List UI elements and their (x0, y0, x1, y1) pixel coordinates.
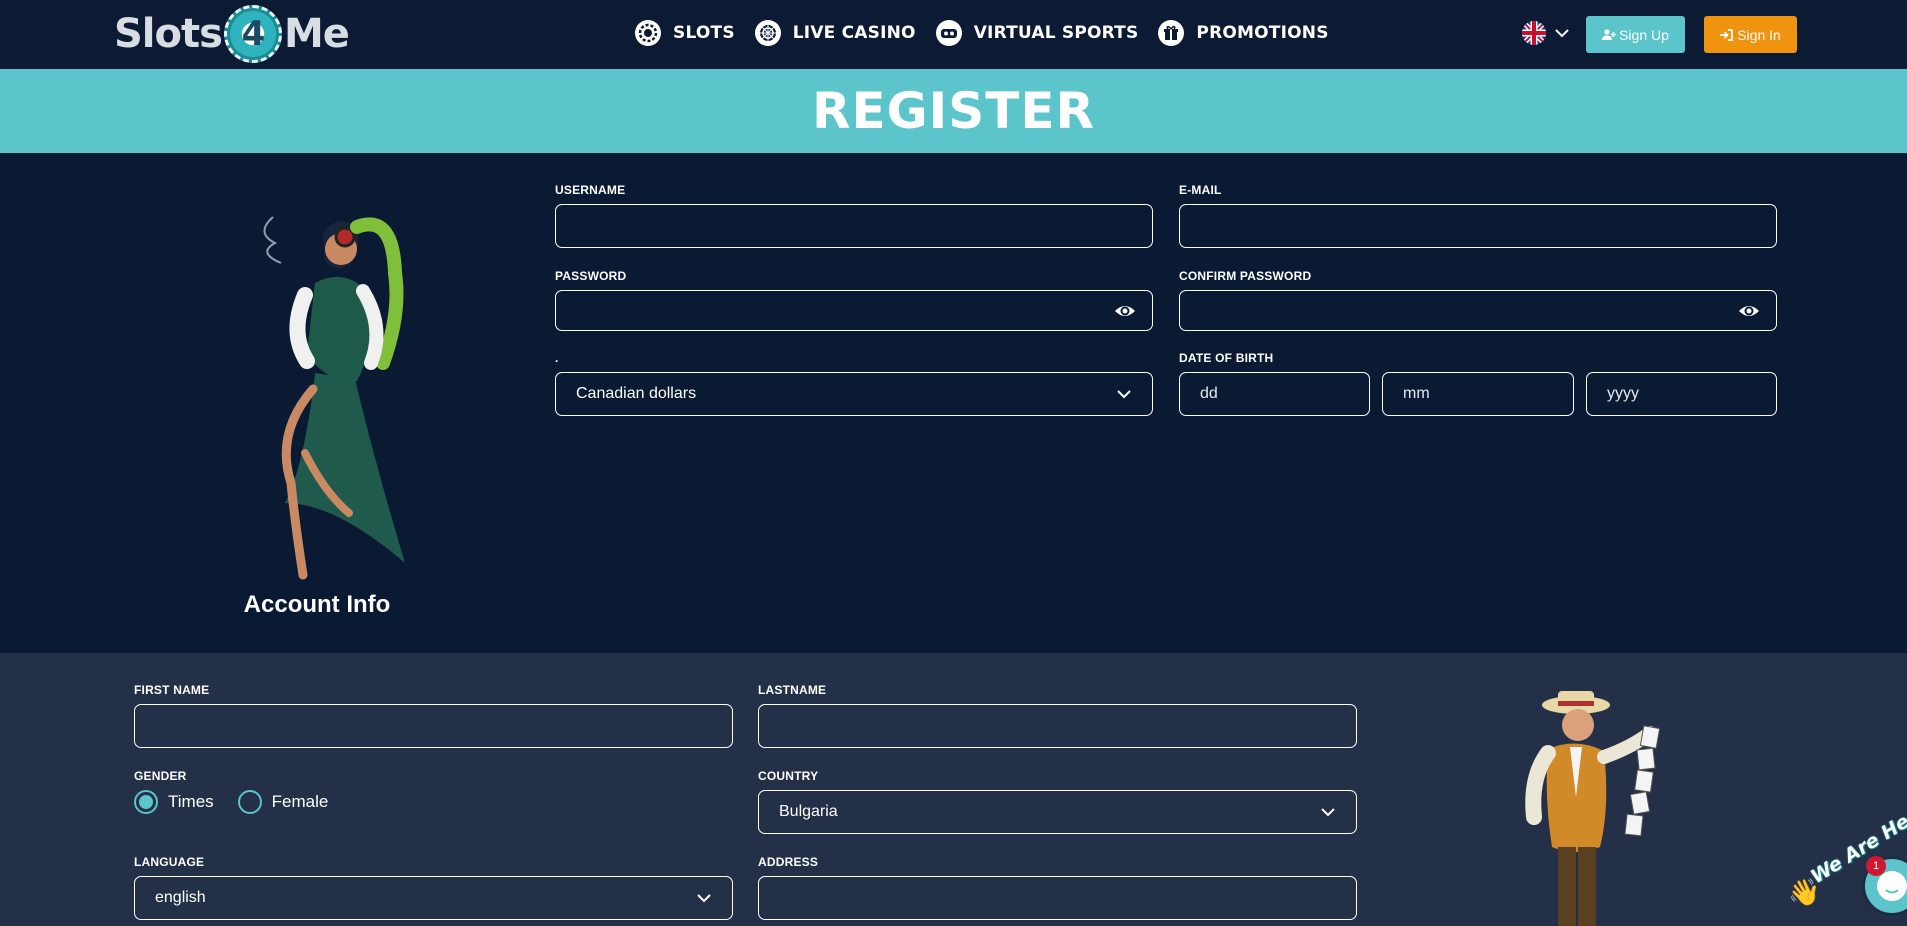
nav-item-slots[interactable]: SLOTS (635, 17, 735, 49)
dob-day-input[interactable] (1179, 372, 1370, 416)
sign-in-icon (1720, 28, 1734, 41)
nav-item-live-casino[interactable]: LIVE CASINO (754, 17, 916, 49)
first-name-input[interactable] (134, 704, 733, 748)
radio-button-selected[interactable] (134, 790, 158, 814)
chevron-down-icon (697, 894, 711, 903)
sign-up-button[interactable]: Sign Up (1586, 16, 1685, 53)
language-selected-value: english (155, 889, 206, 906)
email-label: E-MAIL (1179, 183, 1222, 197)
chevron-down-icon (1555, 29, 1569, 38)
dob-year-input[interactable] (1586, 372, 1777, 416)
site-logo[interactable]: Slots 4 Me (114, 4, 350, 64)
add-user-icon (1602, 28, 1617, 40)
top-header: Slots 4 Me SLOTS LIVE CASINO VIRTUAL SPO… (0, 0, 1907, 69)
slots-chip-icon (635, 20, 661, 46)
country-select[interactable]: Bulgaria (758, 790, 1357, 834)
chevron-down-icon (1117, 390, 1131, 399)
dob-label: DATE OF BIRTH (1179, 351, 1274, 365)
uk-flag-icon (1522, 21, 1546, 45)
nav-item-promotions[interactable]: PROMOTIONS (1158, 17, 1328, 49)
language-label: LANGUAGE (134, 855, 205, 869)
password-input[interactable] (555, 290, 1153, 331)
roulette-icon (754, 20, 781, 46)
section-title-account-info: Account Info (243, 591, 391, 618)
username-input[interactable] (555, 204, 1153, 248)
address-input[interactable] (758, 876, 1357, 920)
page-title: REGISTER (811, 82, 1096, 140)
account-info-section: Account Info USERNAME E-MAIL PASSWORD CO… (0, 153, 1907, 653)
character-illustration-woman (263, 216, 405, 580)
language-selector[interactable] (1522, 21, 1570, 45)
country-selected-value: Bulgaria (779, 803, 838, 820)
address-label: ADDRESS (758, 855, 819, 869)
nav-label: VIRTUAL SPORTS (973, 23, 1139, 43)
vr-headset-icon (935, 20, 962, 46)
nav-label: SLOTS (673, 23, 735, 43)
currency-label: . (555, 351, 559, 365)
logo-chip-icon: 4 (223, 5, 282, 63)
personal-info-section: FIRST NAME LASTNAME GENDER Times Female … (0, 653, 1907, 926)
gift-icon (1158, 20, 1185, 46)
register-banner: REGISTER (0, 69, 1907, 153)
gender-option-female[interactable]: Female (237, 790, 329, 814)
gender-option-label: Female (271, 792, 329, 811)
chat-widget[interactable]: We Are Here! 👋 1 (1788, 794, 1907, 926)
chat-notification-badge: 1 (1866, 856, 1886, 876)
character-illustration-card-man (1525, 691, 1661, 926)
sign-up-label: Sign Up (1619, 26, 1669, 43)
username-label: USERNAME (555, 183, 626, 197)
language-select[interactable]: english (134, 876, 733, 920)
nav-label: PROMOTIONS (1196, 23, 1329, 43)
main-nav: SLOTS LIVE CASINO VIRTUAL SPORTS PROMOTI… (635, 17, 1329, 49)
dob-month-input[interactable] (1382, 372, 1574, 416)
sign-in-button[interactable]: Sign In (1704, 16, 1797, 53)
first-name-label: FIRST NAME (134, 683, 210, 697)
currency-select[interactable]: Canadian dollars (555, 372, 1153, 416)
nav-item-virtual-sports[interactable]: VIRTUAL SPORTS (935, 17, 1139, 49)
gender-radio-group: Times Female (134, 790, 328, 814)
email-input[interactable] (1179, 204, 1777, 248)
sign-in-label: Sign In (1737, 26, 1781, 43)
logo-chip-number: 4 (241, 14, 266, 54)
gender-option-times[interactable]: Times (134, 790, 214, 814)
show-confirm-password-eye-icon[interactable] (1738, 300, 1760, 322)
nav-label: LIVE CASINO (792, 23, 916, 43)
password-label: PASSWORD (555, 269, 627, 283)
gender-option-label: Times (168, 792, 214, 811)
logo-text-slots: Slots (114, 11, 223, 57)
show-password-eye-icon[interactable] (1114, 300, 1136, 322)
gender-label: GENDER (134, 769, 187, 783)
currency-selected-value: Canadian dollars (576, 385, 697, 402)
confirm-password-label: CONFIRM PASSWORD (1179, 269, 1312, 283)
chevron-down-icon (1321, 808, 1335, 817)
waving-hand-icon: 👋 (1788, 878, 1821, 908)
last-name-label: LASTNAME (758, 683, 827, 697)
logo-text-me: Me (283, 11, 350, 57)
confirm-password-input[interactable] (1179, 290, 1777, 331)
last-name-input[interactable] (758, 704, 1357, 748)
country-label: COUNTRY (758, 769, 819, 783)
radio-button[interactable] (237, 790, 262, 814)
